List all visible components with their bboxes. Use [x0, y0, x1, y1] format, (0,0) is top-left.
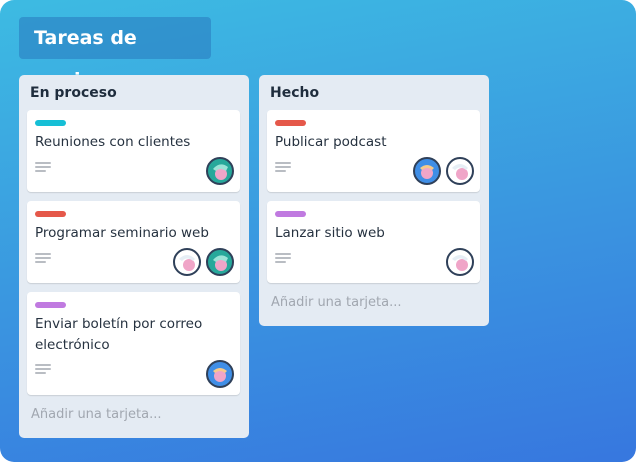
card-title: Lanzar sitio web	[275, 225, 385, 241]
card-label	[35, 211, 66, 217]
teal-avatar[interactable]	[206, 157, 234, 185]
card-label	[35, 302, 66, 308]
add-card-button[interactable]: Añadir una tarjeta...	[271, 295, 402, 310]
list-hecho: Hecho Publicar podcast Lanzar sitio web …	[259, 75, 489, 326]
white-avatar[interactable]	[173, 248, 201, 276]
description-icon	[35, 162, 51, 172]
description-icon	[275, 162, 291, 172]
card-title: Programar seminario web	[35, 225, 209, 241]
card-title: Reuniones con clientes	[35, 134, 191, 150]
description-icon	[35, 364, 51, 374]
card[interactable]: Lanzar sitio web	[267, 201, 480, 283]
card-label	[35, 120, 66, 126]
card[interactable]: Enviar boletín por correo electrónico	[27, 292, 240, 395]
list-title[interactable]: Hecho	[270, 85, 319, 101]
blue-avatar[interactable]	[413, 157, 441, 185]
description-icon	[275, 253, 291, 263]
card[interactable]: Programar seminario web	[27, 201, 240, 283]
board-title[interactable]: Tareas de equipo	[19, 17, 211, 91]
list-en-proceso: En proceso Reuniones con clientes Progra…	[19, 75, 249, 438]
list-title[interactable]: En proceso	[30, 85, 117, 101]
blue-avatar[interactable]	[206, 360, 234, 388]
white-avatar[interactable]	[446, 157, 474, 185]
description-icon	[35, 253, 51, 263]
card-label	[275, 120, 306, 126]
white-avatar[interactable]	[446, 248, 474, 276]
add-card-button[interactable]: Añadir una tarjeta...	[31, 407, 162, 422]
card-title: Publicar podcast	[275, 134, 387, 150]
teal-avatar[interactable]	[206, 248, 234, 276]
card-label	[275, 211, 306, 217]
board: Tareas de equipo En proceso Reuniones co…	[0, 0, 636, 462]
card[interactable]: Publicar podcast	[267, 110, 480, 192]
card[interactable]: Reuniones con clientes	[27, 110, 240, 192]
card-title: Enviar boletín por correo electrónico	[35, 316, 203, 353]
